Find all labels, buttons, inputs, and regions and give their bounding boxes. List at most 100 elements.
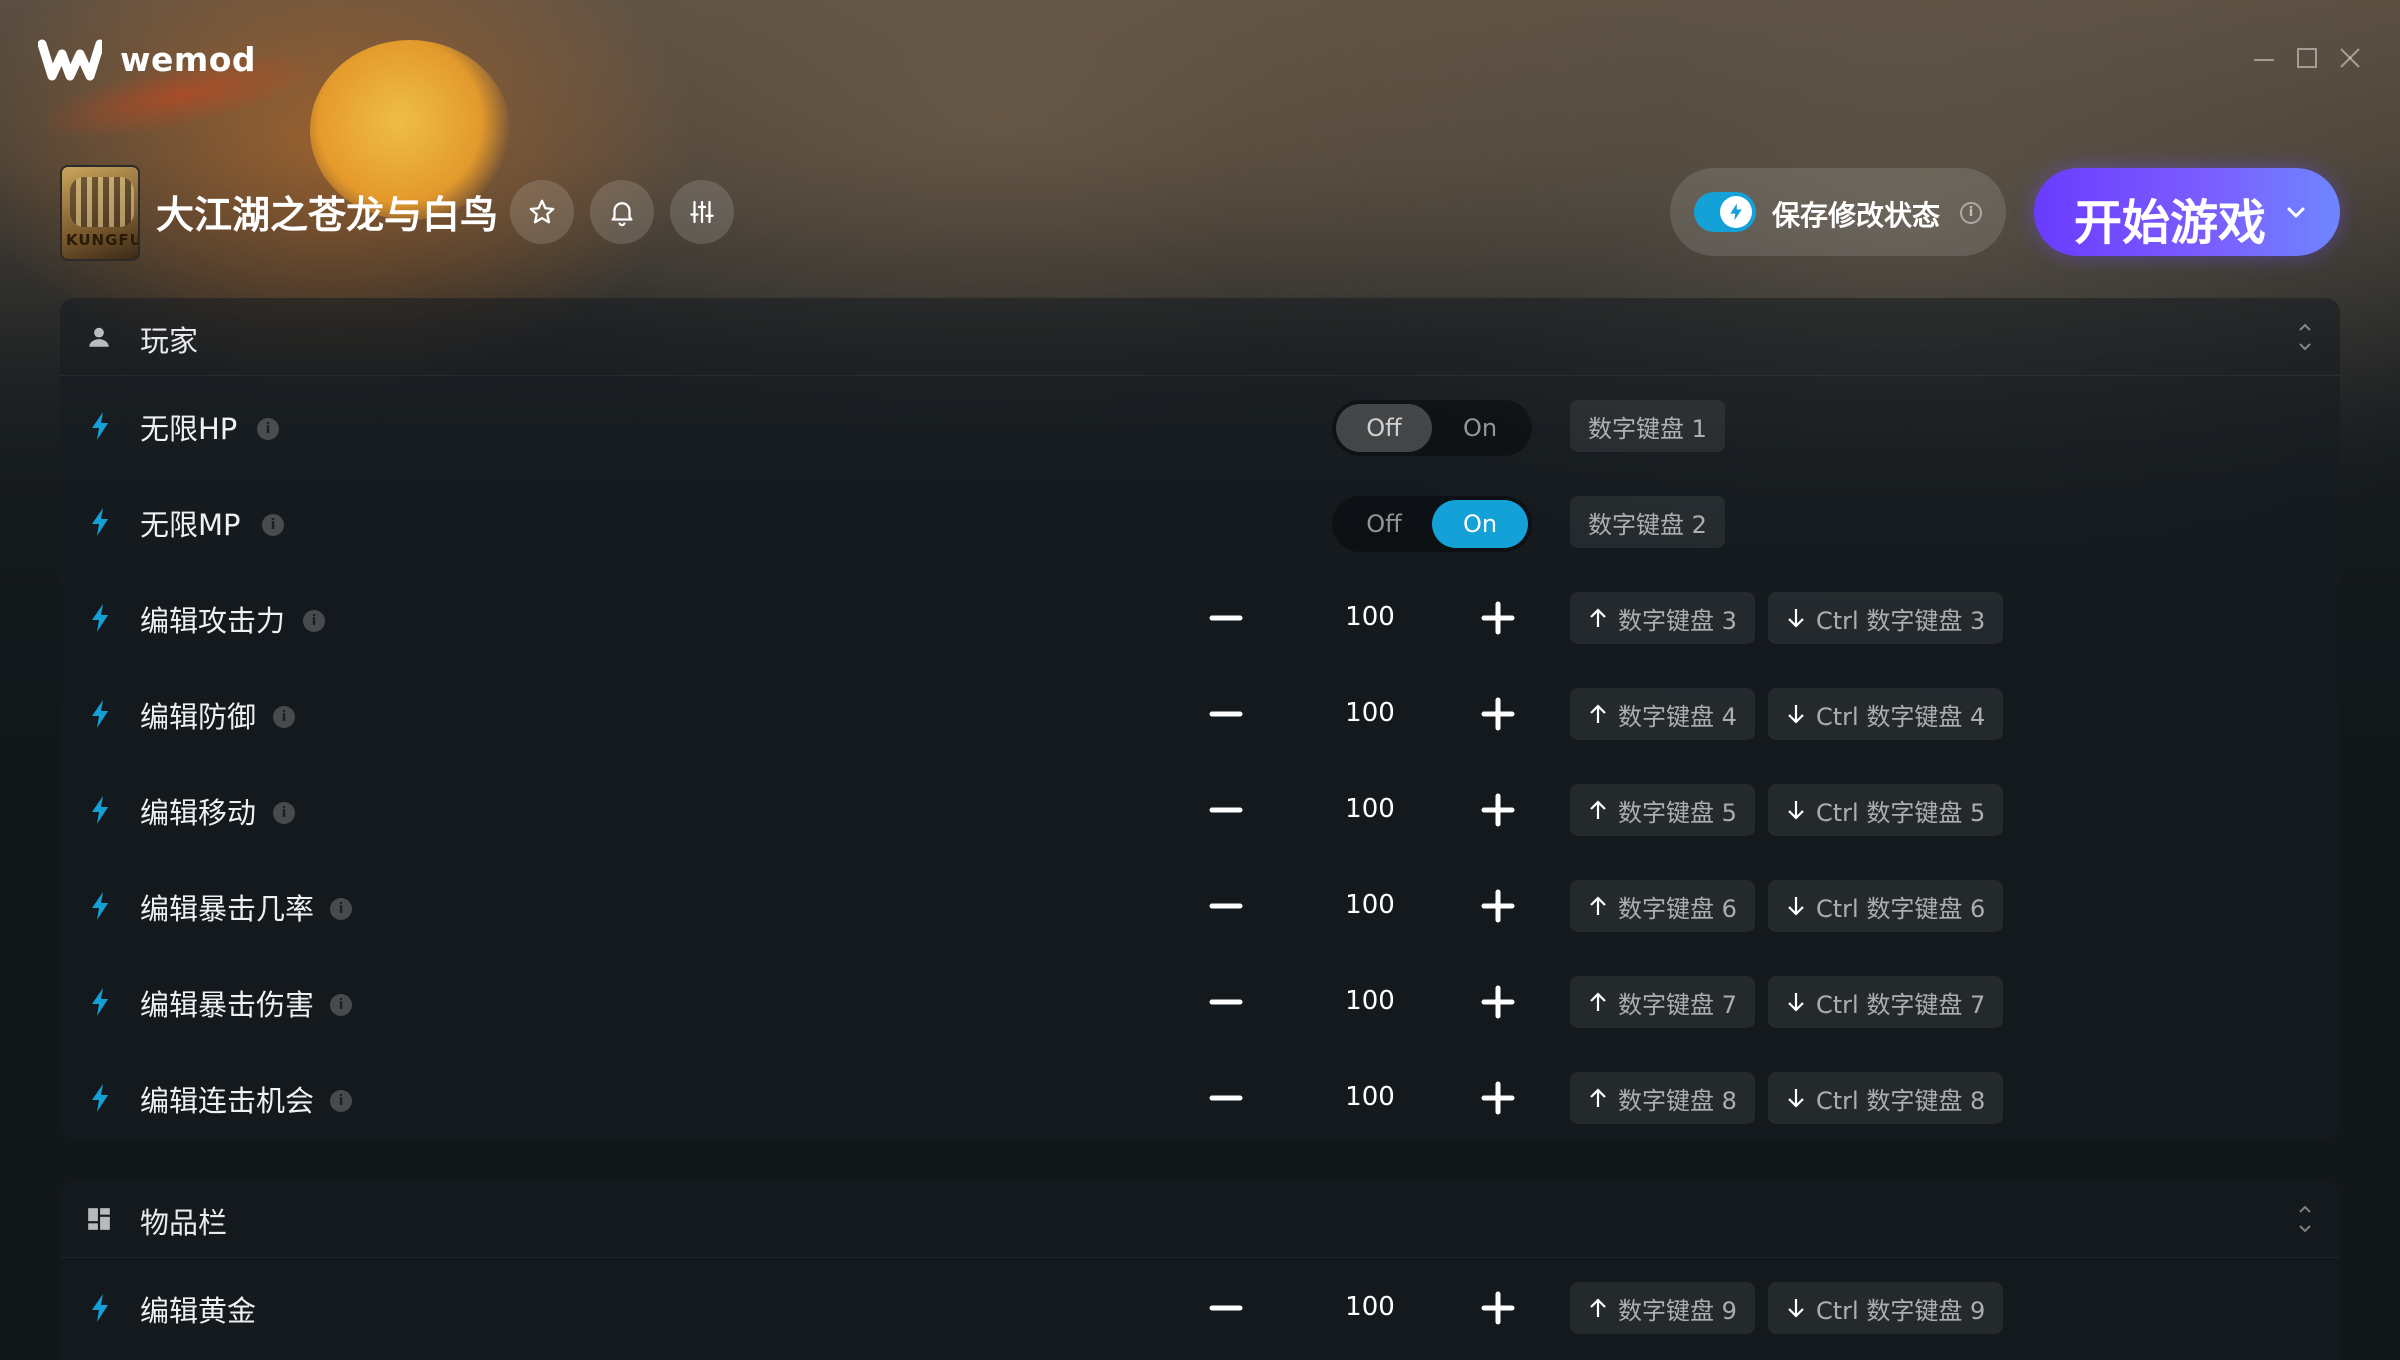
mod-name: 编辑防御 [140, 700, 257, 734]
mod-toggle[interactable]: Off On [1332, 400, 1532, 456]
hotkey-increase[interactable]: 数字键盘 8 [1570, 1072, 1755, 1124]
hotkey-label: 数字键盘 9 [1618, 1296, 1737, 1325]
hotkey-decrease[interactable]: Ctrl 数字键盘 7 [1768, 976, 2004, 1028]
minus-icon[interactable] [1206, 1078, 1246, 1118]
info-icon[interactable]: i [273, 706, 295, 728]
section-header-player[interactable]: 玩家 [60, 298, 2340, 376]
toggle-off[interactable]: Off [1336, 500, 1432, 548]
plus-icon[interactable] [1478, 694, 1518, 734]
hotkey-decrease[interactable]: Ctrl 数字键盘 6 [1768, 880, 2004, 932]
mod-row: 编辑黄金 100 数字键盘 9 Ctrl 数字键盘 9 [60, 1260, 2340, 1356]
hotkey-decrease[interactable]: Ctrl 数字键盘 5 [1768, 784, 2004, 836]
bolt-icon [92, 892, 108, 920]
arrow-down-icon [1788, 897, 1804, 916]
hotkey[interactable]: 数字键盘 2 [1570, 496, 1725, 548]
plus-icon[interactable] [1478, 1078, 1518, 1118]
bolt-icon [92, 412, 108, 440]
hotkey-label: 数字键盘 3 [1618, 606, 1737, 635]
arrow-down-icon [1788, 993, 1804, 1012]
mod-toggle[interactable]: Off On [1332, 496, 1532, 552]
minus-icon[interactable] [1206, 1288, 1246, 1328]
info-icon[interactable]: i [262, 514, 284, 536]
notifications-button[interactable] [590, 180, 654, 244]
mod-row: 编辑连击机会 i 100 数字键盘 8 Ctrl 数字键盘 8 [60, 1050, 2340, 1146]
bolt-icon [1730, 203, 1742, 221]
hotkey-increase[interactable]: 数字键盘 4 [1570, 688, 1755, 740]
save-mods-control: 保存修改状态 i [1670, 168, 2006, 256]
person-icon [89, 327, 109, 347]
maximize-icon[interactable] [2293, 44, 2321, 72]
plus-icon[interactable] [1478, 982, 1518, 1022]
plus-icon[interactable] [1478, 886, 1518, 926]
hotkey-decrease[interactable]: Ctrl 数字键盘 4 [1768, 688, 2004, 740]
toggle-on[interactable]: On [1432, 500, 1528, 548]
hotkey-increase[interactable]: 数字键盘 6 [1570, 880, 1755, 932]
mod-row: 编辑暴击伤害 i 100 数字键盘 7 Ctrl 数字键盘 7 [60, 954, 2340, 1050]
hotkey-increase[interactable]: 数字键盘 7 [1570, 976, 1755, 1028]
play-button[interactable]: 开始游戏 [2034, 168, 2340, 256]
hotkey-decrease[interactable]: Ctrl 数字键盘 8 [1768, 1072, 2004, 1124]
section-title: 物品栏 [140, 1206, 228, 1240]
arrow-up-icon [1590, 992, 1606, 1011]
hotkey-increase[interactable]: 数字键盘 3 [1570, 592, 1755, 644]
info-icon[interactable]: i [257, 418, 279, 440]
toggle-on[interactable]: On [1432, 404, 1528, 452]
hotkey-label: 数字键盘 4 [1618, 702, 1737, 731]
info-icon[interactable]: i [273, 802, 295, 824]
minus-icon[interactable] [1206, 694, 1246, 734]
info-icon[interactable]: i [330, 994, 352, 1016]
arrow-up-icon [1590, 896, 1606, 915]
chevron-down-icon[interactable] [2282, 198, 2310, 226]
info-icon[interactable]: i [330, 898, 352, 920]
mod-value[interactable]: 100 [1310, 794, 1430, 824]
plus-icon[interactable] [1478, 598, 1518, 638]
plus-icon[interactable] [1478, 1288, 1518, 1328]
mod-value[interactable]: 100 [1310, 1082, 1430, 1112]
mod-row: 编辑移动 i 100 数字键盘 5 Ctrl 数字键盘 5 [60, 762, 2340, 858]
minus-icon[interactable] [1206, 886, 1246, 926]
minus-icon[interactable] [1206, 982, 1246, 1022]
hotkey[interactable]: 数字键盘 1 [1570, 400, 1725, 452]
collapse-icon[interactable] [2292, 320, 2318, 354]
favorite-button[interactable] [510, 180, 574, 244]
mod-row: 编辑暴击几率 i 100 数字键盘 6 Ctrl 数字键盘 6 [60, 858, 2340, 954]
minus-icon[interactable] [1206, 790, 1246, 830]
close-icon[interactable] [2336, 44, 2364, 72]
mod-row: 编辑攻击力 i 100 数字键盘 3 Ctrl 数字键盘 3 [60, 570, 2340, 666]
minus-icon[interactable] [1206, 598, 1246, 638]
hotkey-decrease[interactable]: Ctrl 数字键盘 3 [1768, 592, 2004, 644]
arrow-down-icon [1788, 1089, 1804, 1108]
plus-icon[interactable] [1478, 790, 1518, 830]
hotkey-label: Ctrl 数字键盘 4 [1816, 702, 1986, 731]
settings-button[interactable] [670, 180, 734, 244]
mod-value[interactable]: 100 [1310, 1292, 1430, 1322]
hotkey-increase[interactable]: 数字键盘 5 [1570, 784, 1755, 836]
hotkey-decrease[interactable]: Ctrl 数字键盘 9 [1768, 1282, 2004, 1334]
save-mods-toggle[interactable] [1694, 192, 1756, 232]
mod-value[interactable]: 100 [1310, 986, 1430, 1016]
arrow-up-icon [1590, 1298, 1606, 1317]
hotkey-label: Ctrl 数字键盘 3 [1816, 606, 1986, 635]
hotkey-label: 数字键盘 7 [1618, 990, 1737, 1019]
save-mods-label: 保存修改状态 [1772, 199, 1941, 232]
hotkey-label: 数字键盘 5 [1618, 798, 1737, 827]
mod-value[interactable]: 100 [1310, 602, 1430, 632]
mod-value[interactable]: 100 [1310, 890, 1430, 920]
toggle-off[interactable]: Off [1336, 404, 1432, 452]
mod-name: 编辑暴击几率 [140, 892, 315, 926]
bolt-icon [92, 796, 108, 824]
info-icon[interactable]: i [330, 1090, 352, 1112]
info-icon[interactable]: i [303, 610, 325, 632]
mod-name: 编辑黄金 [140, 1294, 257, 1328]
hotkey-increase[interactable]: 数字键盘 9 [1570, 1282, 1755, 1334]
mod-value[interactable]: 100 [1310, 698, 1430, 728]
info-icon[interactable]: i [1960, 202, 1982, 224]
hotkey-label: Ctrl 数字键盘 5 [1816, 798, 1986, 827]
hotkey-label: Ctrl 数字键盘 9 [1816, 1296, 1986, 1325]
sliders-icon [690, 200, 714, 224]
minimize-icon[interactable] [2250, 44, 2278, 72]
thumbnail-art [70, 177, 134, 227]
section-header-inventory[interactable]: 物品栏 [60, 1180, 2340, 1258]
mod-row: 无限MP i Off On 数字键盘 2 [60, 474, 2340, 570]
collapse-icon[interactable] [2292, 1202, 2318, 1236]
